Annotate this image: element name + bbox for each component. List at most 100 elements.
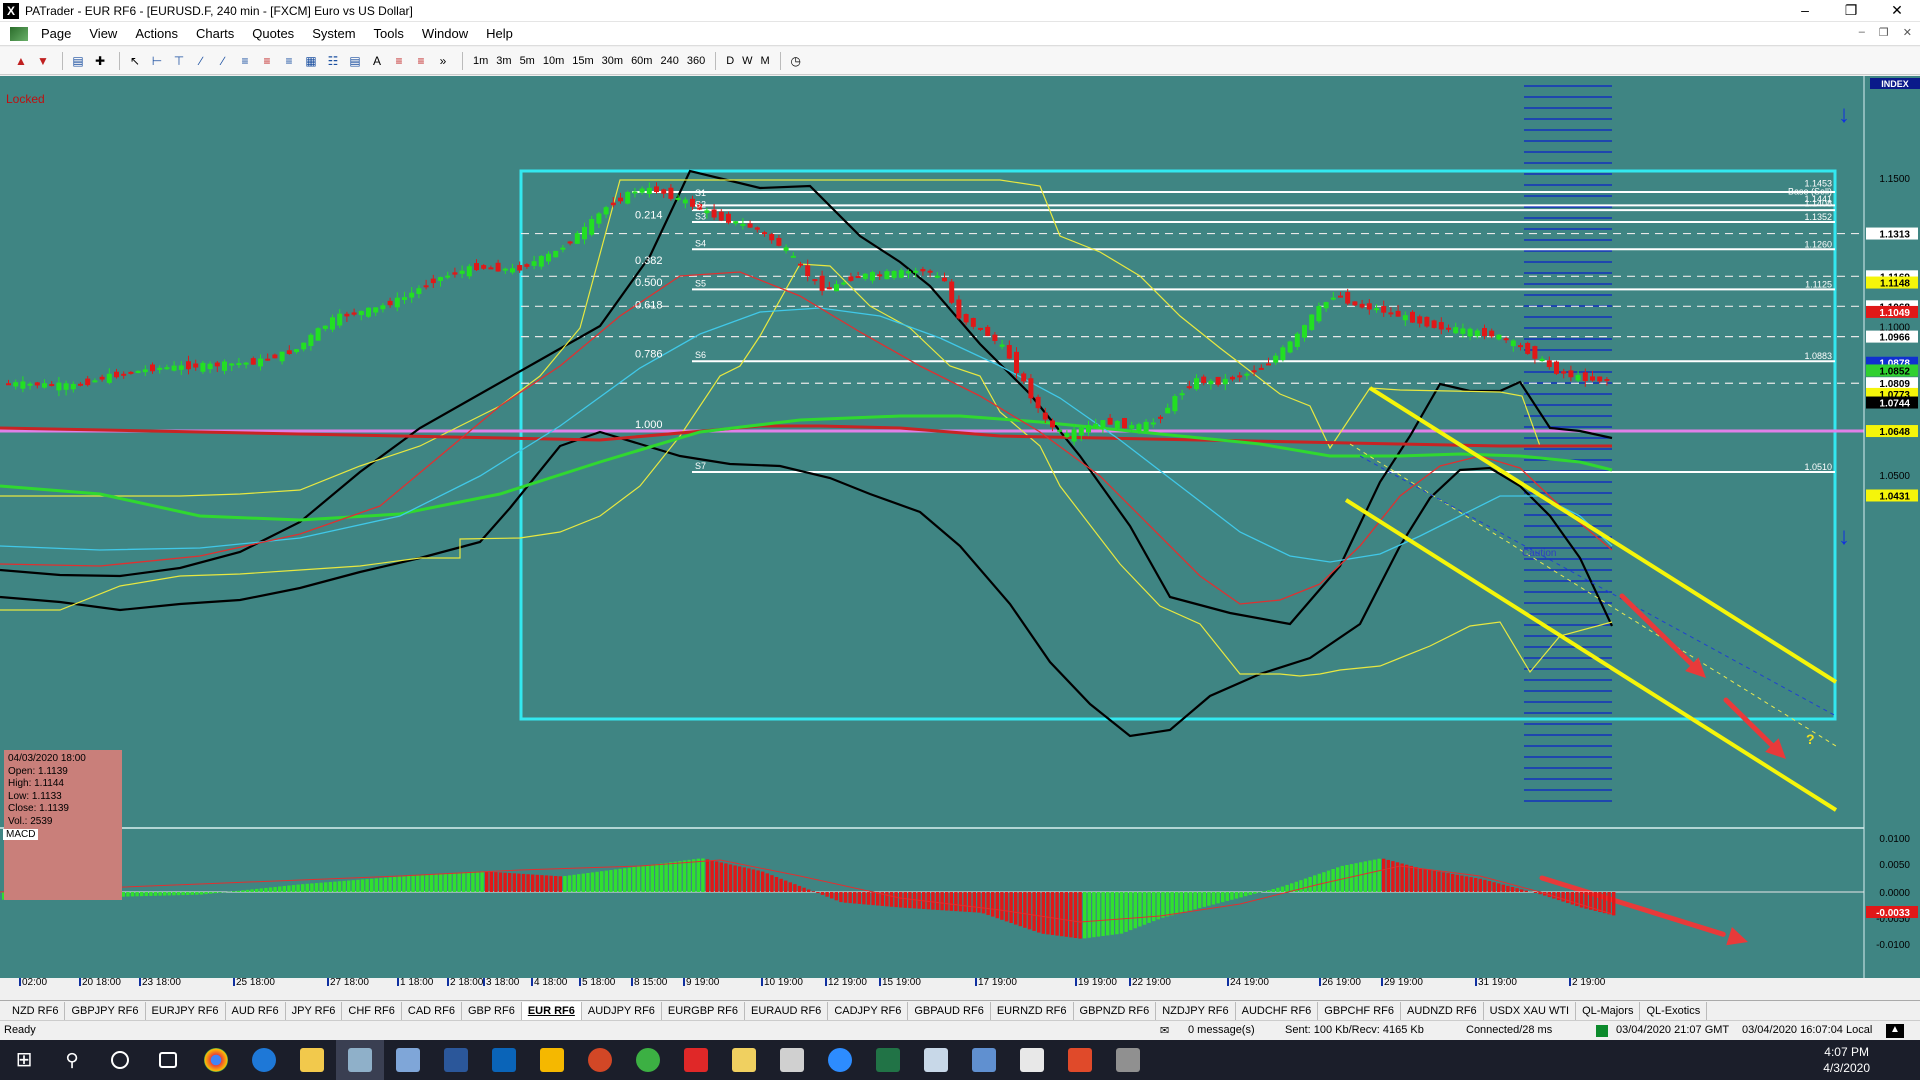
fib-extension-icon[interactable]: ≡ <box>258 52 276 70</box>
tab-aud-rf6[interactable]: AUD RF6 <box>226 1001 286 1020</box>
patrader-taskbar-icon[interactable] <box>336 1040 384 1080</box>
mdi-restore-icon[interactable]: ❐ <box>1879 26 1889 39</box>
tab-euraud-rf6[interactable]: EURAUD RF6 <box>745 1001 829 1020</box>
timeframe-10m[interactable]: 10m <box>539 55 568 67</box>
timeframe-240[interactable]: 240 <box>656 55 682 67</box>
tab-nzd-rf6[interactable]: NZD RF6 <box>6 1001 66 1020</box>
tab-gbpchf-rf6[interactable]: GBPCHF RF6 <box>1318 1001 1401 1020</box>
tab-usdx-xau-wti[interactable]: USDX XAU WTI <box>1484 1001 1577 1020</box>
menu-help[interactable]: Help <box>477 22 522 46</box>
tab-audchf-rf6[interactable]: AUDCHF RF6 <box>1236 1001 1319 1020</box>
app-icon-17[interactable] <box>960 1040 1008 1080</box>
search-icon[interactable]: ⚲ <box>48 1040 96 1080</box>
taskbar-clock[interactable]: 4:07 PM 4/3/2020 <box>1823 1044 1870 1076</box>
menu-tools[interactable]: Tools <box>365 22 413 46</box>
speed-lines-icon[interactable]: ▤ <box>346 52 364 70</box>
tab-eur-rf6[interactable]: EUR RF6 <box>521 1001 582 1020</box>
user-icon[interactable]: ▲ <box>1886 1024 1904 1038</box>
timeframe-weekly[interactable]: W <box>738 55 756 67</box>
edge-icon[interactable] <box>240 1040 288 1080</box>
more-tools-icon[interactable]: » <box>434 52 452 70</box>
tab-gbpnzd-rf6[interactable]: GBPNZD RF6 <box>1074 1001 1157 1020</box>
powerpoint-icon[interactable] <box>576 1040 624 1080</box>
mail-icon[interactable]: ✉ <box>1160 1024 1169 1037</box>
app-icon-19[interactable] <box>1056 1040 1104 1080</box>
mdi-minimize-icon[interactable]: – <box>1859 26 1865 39</box>
chrome-icon[interactable] <box>192 1040 240 1080</box>
calculator-icon[interactable] <box>768 1040 816 1080</box>
app-icon-11[interactable] <box>672 1040 720 1080</box>
tab-gbpjpy-rf6[interactable]: GBPJPY RF6 <box>65 1001 146 1020</box>
timeframe-360[interactable]: 360 <box>683 55 709 67</box>
start-icon[interactable]: ⊞ <box>0 1040 48 1080</box>
timeframe-monthly[interactable]: M <box>757 55 774 67</box>
timeframe-daily[interactable]: D <box>722 55 738 67</box>
levels-alt-icon[interactable]: ≡ <box>412 52 430 70</box>
outlook-icon[interactable] <box>480 1040 528 1080</box>
app-icon-8[interactable] <box>528 1040 576 1080</box>
tab-eurgbp-rf6[interactable]: EURGBP RF6 <box>662 1001 746 1020</box>
app-icon-20[interactable] <box>1104 1040 1152 1080</box>
timeframe-30m[interactable]: 30m <box>598 55 627 67</box>
app-icon-16[interactable] <box>912 1040 960 1080</box>
crosshair-icon[interactable]: ✚ <box>91 52 109 70</box>
menu-view[interactable]: View <box>80 22 126 46</box>
restore-icon[interactable]: ❐ <box>1828 0 1874 22</box>
text-tool-icon[interactable]: A <box>368 52 386 70</box>
menu-charts[interactable]: Charts <box>187 22 243 46</box>
channel-icon[interactable]: ∕ <box>214 52 232 70</box>
fib-fan-icon[interactable]: ≡ <box>280 52 298 70</box>
timeframe-60m[interactable]: 60m <box>627 55 656 67</box>
price-chart[interactable]: 0.214 0.382 0.500 0.618 0.786 1.000 S1 S2 S3 S4 S5… <box>0 76 1920 986</box>
file-explorer-icon[interactable] <box>288 1040 336 1080</box>
mdi-close-icon[interactable]: ✕ <box>1903 26 1912 39</box>
tab-gbp-rf6[interactable]: GBP RF6 <box>462 1001 522 1020</box>
tab-ql-majors[interactable]: QL-Majors <box>1576 1001 1641 1020</box>
chart-canvas[interactable]: 0.214 0.382 0.500 0.618 0.786 1.000 S1 S2 S3 S4 S5… <box>0 76 1920 986</box>
menu-page[interactable]: Page <box>32 22 80 46</box>
menu-system[interactable]: System <box>303 22 364 46</box>
tab-audjpy-rf6[interactable]: AUDJPY RF6 <box>582 1001 662 1020</box>
tab-cad-rf6[interactable]: CAD RF6 <box>402 1001 462 1020</box>
timeframe-15m[interactable]: 15m <box>568 55 597 67</box>
tab-eurjpy-rf6[interactable]: EURJPY RF6 <box>146 1001 226 1020</box>
chart-type-icon[interactable]: ▤ <box>69 52 87 70</box>
timeframe-3m[interactable]: 3m <box>492 55 515 67</box>
tab-gbpaud-rf6[interactable]: GBPAUD RF6 <box>908 1001 991 1020</box>
zoom-icon[interactable] <box>816 1040 864 1080</box>
horizontal-line-icon[interactable]: ⊢ <box>148 52 166 70</box>
app-icon-5[interactable] <box>384 1040 432 1080</box>
gann-icon[interactable]: ▦ <box>302 52 320 70</box>
trend-line-icon[interactable]: ∕ <box>192 52 210 70</box>
word-icon[interactable] <box>432 1040 480 1080</box>
menu-quotes[interactable]: Quotes <box>243 22 303 46</box>
task-view-icon[interactable] <box>144 1040 192 1080</box>
tab-eurnzd-rf6[interactable]: EURNZD RF6 <box>991 1001 1074 1020</box>
tab-nzdjpy-rf6[interactable]: NZDJPY RF6 <box>1156 1001 1236 1020</box>
tab-cadjpy-rf6[interactable]: CADJPY RF6 <box>828 1001 909 1020</box>
cortana-icon[interactable] <box>96 1040 144 1080</box>
menu-window[interactable]: Window <box>413 22 477 46</box>
app-icon-18[interactable] <box>1008 1040 1056 1080</box>
clock-icon[interactable]: ◷ <box>787 52 805 70</box>
pointer-icon[interactable]: ↖ <box>126 52 144 70</box>
macd-histogram-bar <box>1014 892 1018 925</box>
close-icon[interactable]: ✕ <box>1874 0 1920 22</box>
fib-retracement-icon[interactable]: ≡ <box>236 52 254 70</box>
tab-audnzd-rf6[interactable]: AUDNZD RF6 <box>1401 1001 1484 1020</box>
vertical-line-icon[interactable]: ⊤ <box>170 52 188 70</box>
tab-ql-exotics[interactable]: QL-Exotics <box>1640 1001 1708 1020</box>
sell-arrows-icon[interactable]: ▼ <box>34 52 52 70</box>
minimize-icon[interactable]: – <box>1782 0 1828 22</box>
timeframe-5m[interactable]: 5m <box>516 55 539 67</box>
excel-icon[interactable] <box>864 1040 912 1080</box>
tab-chf-rf6[interactable]: CHF RF6 <box>342 1001 402 1020</box>
menu-actions[interactable]: Actions <box>126 22 187 46</box>
app-icon-10[interactable] <box>624 1040 672 1080</box>
cycle-lines-icon[interactable]: ☷ <box>324 52 342 70</box>
timeframe-1m[interactable]: 1m <box>469 55 492 67</box>
buy-arrows-icon[interactable]: ▲ <box>12 52 30 70</box>
levels-icon[interactable]: ≡ <box>390 52 408 70</box>
tab-jpy-rf6[interactable]: JPY RF6 <box>286 1001 343 1020</box>
app-icon-12[interactable] <box>720 1040 768 1080</box>
